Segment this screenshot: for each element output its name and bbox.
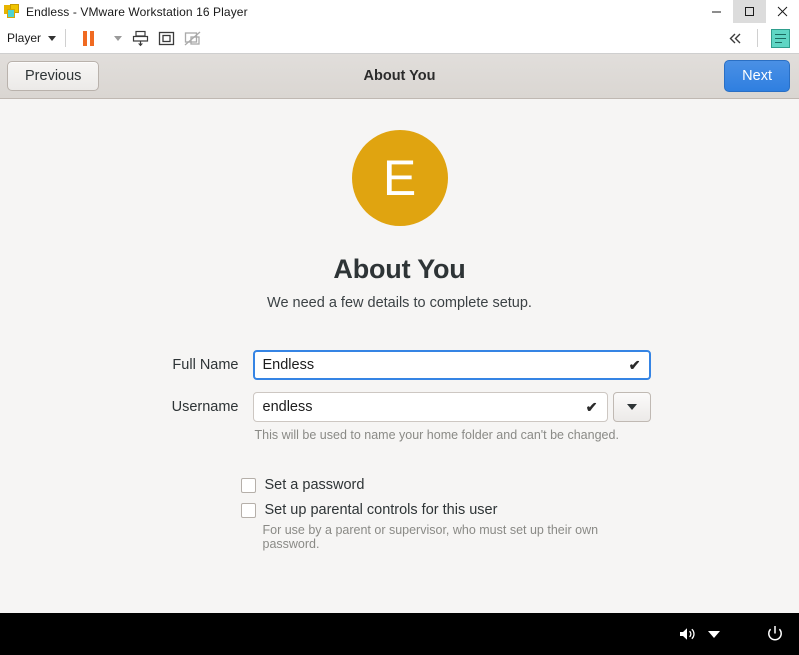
full-name-label: Full Name bbox=[172, 357, 239, 373]
full-name-row: Full Name Endless ✔ bbox=[149, 350, 651, 380]
full-name-value: Endless bbox=[262, 357, 315, 373]
volume-icon bbox=[680, 628, 695, 640]
maximize-icon[interactable] bbox=[733, 0, 766, 23]
chevron-down-icon[interactable] bbox=[708, 630, 720, 638]
full-screen-button[interactable] bbox=[153, 25, 179, 51]
pause-dropdown[interactable] bbox=[101, 25, 127, 51]
send-ctrl-alt-del-button[interactable] bbox=[127, 25, 153, 51]
wizard-content: E About You We need a few details to com… bbox=[0, 99, 799, 610]
chevron-down-icon bbox=[626, 404, 637, 410]
username-row: Username endless ✔ This will be used to … bbox=[149, 392, 651, 442]
window-title: Endless - VMware Workstation 16 Player bbox=[26, 4, 248, 19]
toolbar-divider bbox=[65, 29, 67, 47]
power-icon bbox=[768, 626, 782, 641]
page-title: About You bbox=[333, 254, 466, 284]
unity-mode-icon bbox=[184, 31, 200, 45]
toolbar-divider bbox=[757, 29, 758, 47]
player-menu-label: Player bbox=[7, 31, 42, 45]
page-subtitle: We need a few details to complete setup. bbox=[267, 295, 532, 311]
chevron-down-icon bbox=[48, 35, 57, 41]
guest-taskbar bbox=[0, 613, 799, 655]
note-icon bbox=[770, 28, 790, 48]
parental-controls-label: Set up parental controls for this user bbox=[264, 502, 498, 518]
parental-controls-checkbox-row[interactable]: Set up parental controls for this user bbox=[240, 502, 651, 518]
parental-controls-description: For use by a parent or supervisor, who m… bbox=[262, 523, 599, 551]
username-dropdown-button[interactable] bbox=[612, 392, 651, 422]
guest-screen: Previous About You Next E About You We n… bbox=[0, 54, 799, 655]
pause-button[interactable] bbox=[75, 25, 101, 51]
volume-button[interactable] bbox=[678, 625, 698, 643]
next-button[interactable]: Next bbox=[724, 59, 790, 93]
chevron-down-icon bbox=[113, 35, 122, 41]
collapse-toolbar-button[interactable] bbox=[722, 25, 748, 51]
notes-button[interactable] bbox=[767, 25, 793, 51]
system-tray bbox=[678, 624, 785, 644]
check-icon: ✔ bbox=[585, 398, 598, 415]
about-you-form: Full Name Endless ✔ Username endless ✔ T… bbox=[149, 350, 651, 442]
set-password-checkbox[interactable] bbox=[240, 477, 256, 493]
close-icon[interactable] bbox=[766, 0, 799, 23]
full-name-input[interactable]: Endless ✔ bbox=[252, 350, 651, 380]
double-chevron-left-icon bbox=[729, 33, 740, 43]
username-input[interactable]: endless ✔ bbox=[252, 392, 608, 422]
power-button[interactable] bbox=[765, 624, 785, 644]
options-group: Set a password Set up parental controls … bbox=[149, 477, 651, 551]
set-password-checkbox-row[interactable]: Set a password bbox=[240, 477, 651, 493]
parental-controls-checkbox[interactable] bbox=[240, 502, 256, 518]
player-menu-button[interactable]: Player bbox=[7, 31, 57, 45]
vmware-title-bar: Endless - VMware Workstation 16 Player bbox=[0, 0, 799, 23]
window-controls bbox=[700, 0, 799, 23]
send-key-icon bbox=[132, 30, 148, 46]
fullscreen-icon bbox=[158, 31, 174, 45]
username-value: endless bbox=[262, 399, 313, 415]
unity-mode-button[interactable] bbox=[179, 25, 205, 51]
toolbar-right-group bbox=[722, 23, 793, 53]
wizard-header: Previous About You Next bbox=[0, 54, 799, 99]
username-label: Username bbox=[171, 399, 239, 415]
avatar: E bbox=[351, 130, 448, 226]
username-hint: This will be used to name your home fold… bbox=[254, 428, 619, 442]
check-icon: ✔ bbox=[628, 356, 641, 373]
pause-icon bbox=[82, 30, 94, 46]
wizard-title: About You bbox=[363, 68, 436, 84]
previous-button[interactable]: Previous bbox=[7, 60, 100, 92]
set-password-label: Set a password bbox=[264, 477, 365, 493]
vmware-toolbar: Player bbox=[0, 23, 799, 54]
vmware-icon bbox=[4, 3, 20, 20]
minimize-icon[interactable] bbox=[700, 0, 733, 23]
